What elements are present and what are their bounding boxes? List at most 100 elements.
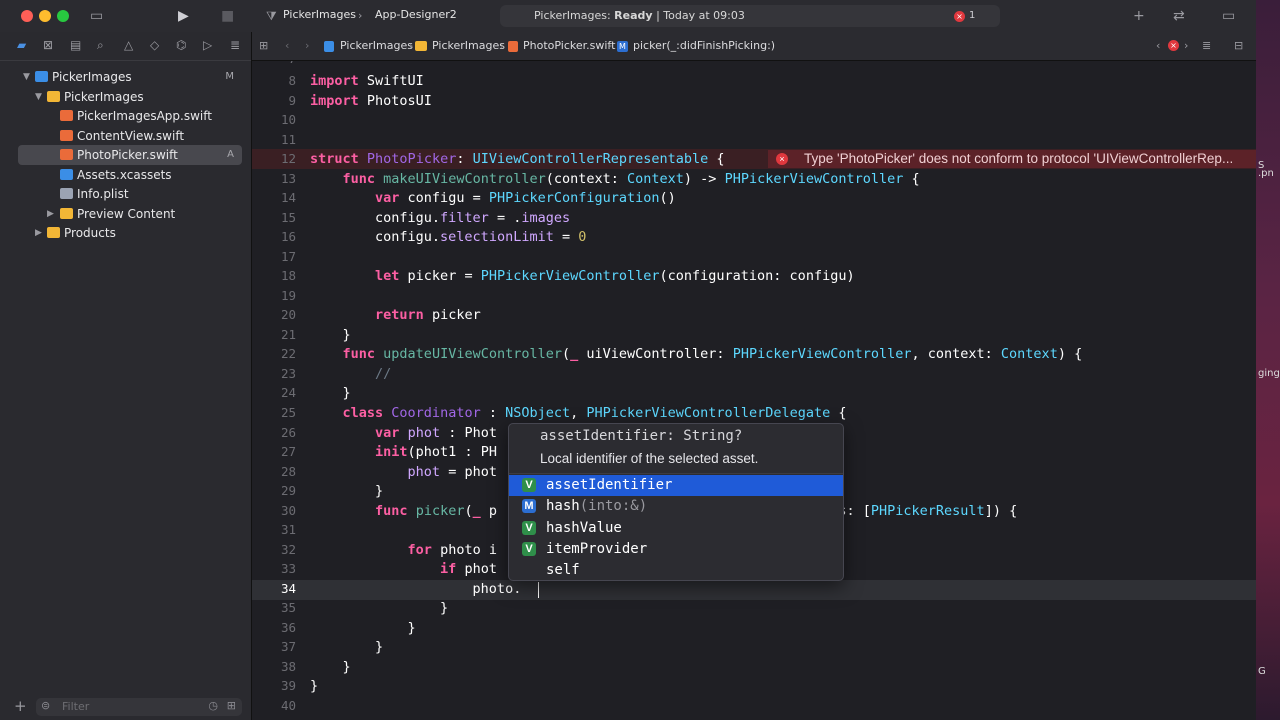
code-line[interactable]: // bbox=[310, 366, 391, 382]
tree-item-file[interactable]: PickerImagesApp.swift bbox=[18, 106, 242, 126]
tree-item-group[interactable]: ▶ Products bbox=[18, 223, 242, 243]
error-count[interactable]: 1 bbox=[969, 10, 975, 21]
minimize-window-button[interactable] bbox=[39, 10, 51, 22]
tree-item-group[interactable]: ▼ PickerImages bbox=[18, 87, 242, 107]
line-number: 28 bbox=[280, 464, 296, 479]
code-line[interactable]: configu.filter = .images bbox=[310, 210, 570, 226]
completion-item[interactable]: M hash(into:&) bbox=[509, 496, 843, 517]
back-arrow-icon[interactable]: ‹ bbox=[285, 39, 289, 52]
code-line[interactable]: } bbox=[310, 483, 383, 499]
code-review-icon[interactable]: ⇄ bbox=[1173, 8, 1185, 24]
line-number: 13 bbox=[280, 171, 296, 186]
report-icon[interactable]: ≣ bbox=[230, 38, 240, 52]
desktop-label: G bbox=[1258, 666, 1266, 677]
filter-field[interactable]: ⊜ Filter ◷ ⊞ bbox=[36, 698, 242, 716]
debug-icon[interactable]: ⌬ bbox=[176, 38, 186, 52]
forward-arrow-icon[interactable]: › bbox=[305, 39, 309, 52]
code-line[interactable]: func makeUIViewController(context: Conte… bbox=[310, 171, 920, 187]
run-icon[interactable]: ▶ bbox=[178, 8, 189, 24]
code-editor[interactable]: 7 8 9 10 11 12 13 14 15 16 17 18 19 20 2… bbox=[252, 61, 1256, 720]
completion-doc-description: Local identifier of the selected asset. bbox=[540, 451, 759, 466]
code-line[interactable]: } bbox=[310, 385, 351, 401]
asset-catalog-icon bbox=[60, 169, 73, 180]
error-badge-icon[interactable]: × bbox=[954, 11, 965, 22]
folder-icon[interactable]: ▰ bbox=[17, 38, 26, 52]
tree-item-file-selected[interactable]: PhotoPicker.swift A bbox=[18, 145, 242, 165]
scheme-selector[interactable]: PickerImages bbox=[283, 8, 356, 21]
add-file-icon[interactable]: + bbox=[14, 697, 27, 715]
zoom-window-button[interactable] bbox=[57, 10, 69, 22]
completion-item[interactable]: self bbox=[509, 560, 843, 580]
chevron-down-icon[interactable]: ▼ bbox=[35, 87, 42, 107]
stop-icon[interactable]: ■ bbox=[221, 8, 234, 24]
code-line[interactable]: phot = phot bbox=[310, 464, 497, 480]
tree-item-project[interactable]: ▼ PickerImages M bbox=[18, 67, 242, 87]
scm-filter-icon[interactable]: ⊞ bbox=[227, 699, 236, 712]
line-number: 12 bbox=[280, 151, 296, 166]
code-line[interactable]: import PhotosUI bbox=[310, 93, 432, 109]
desktop-label: .pn bbox=[1258, 168, 1274, 179]
editor-options-icon[interactable]: ≣ bbox=[1202, 39, 1211, 52]
activity-view: PickerImages: Ready | Today at 09:03 × 1 bbox=[500, 5, 1000, 27]
code-line[interactable]: } bbox=[310, 659, 351, 675]
tree-item-file[interactable]: Assets.xcassets bbox=[18, 165, 242, 185]
code-line[interactable]: let picker = PHPickerViewController(conf… bbox=[310, 268, 855, 284]
chevron-right-icon: › bbox=[358, 9, 363, 22]
split-editor-icon[interactable]: ⊟ bbox=[1234, 39, 1243, 52]
test-icon[interactable]: ◇ bbox=[150, 38, 159, 52]
swift-file-icon bbox=[60, 110, 73, 121]
completion-item[interactable]: V itemProvider bbox=[509, 539, 843, 560]
code-line[interactable]: } bbox=[310, 600, 448, 616]
tree-item-file[interactable]: ContentView.swift bbox=[18, 126, 242, 146]
completion-item[interactable]: V hashValue bbox=[509, 518, 843, 539]
line-number: 7 bbox=[252, 61, 296, 66]
breakpoint-icon[interactable]: ▷ bbox=[203, 38, 212, 52]
swift-file-icon bbox=[60, 130, 73, 141]
code-line[interactable]: func updateUIViewController(_ uiViewCont… bbox=[310, 346, 1083, 362]
breadcrumb-symbol[interactable]: picker(_:didFinishPicking:) bbox=[633, 39, 775, 52]
code-line[interactable]: configu.selectionLimit = 0 bbox=[310, 229, 586, 245]
chevron-right-icon[interactable]: ▶ bbox=[47, 204, 54, 224]
chevron-left-icon[interactable]: ‹ bbox=[1156, 39, 1160, 52]
issue-icon[interactable]: △ bbox=[124, 38, 133, 52]
chevron-down-icon[interactable]: ▼ bbox=[23, 67, 30, 87]
breadcrumb-group[interactable]: PickerImages bbox=[432, 39, 505, 52]
inspector-toggle-icon[interactable]: ▭ bbox=[1222, 8, 1235, 24]
code-line[interactable]: } bbox=[310, 639, 383, 655]
error-badge-icon[interactable]: × bbox=[1168, 40, 1179, 51]
code-completion-popup[interactable]: assetIdentifier: String? Local identifie… bbox=[508, 423, 844, 581]
close-window-button[interactable] bbox=[21, 10, 33, 22]
destination-selector[interactable]: App-Designer2 bbox=[375, 8, 457, 21]
tree-item-file[interactable]: Info.plist bbox=[18, 184, 242, 204]
code-line[interactable]: for photo i bbox=[310, 542, 497, 558]
code-line[interactable]: } bbox=[310, 678, 318, 694]
chevron-right-icon[interactable]: ▶ bbox=[35, 223, 42, 243]
code-line[interactable]: struct PhotoPicker: UIViewControllerRepr… bbox=[310, 151, 725, 167]
sidebar-toggle-icon[interactable]: ▭ bbox=[90, 8, 103, 24]
code-line[interactable]: return picker bbox=[310, 307, 481, 323]
line-number: 19 bbox=[280, 288, 296, 303]
code-line[interactable]: var phot : Phot bbox=[310, 425, 497, 441]
desktop-label: ging bbox=[1258, 368, 1280, 379]
add-icon[interactable]: + bbox=[1133, 8, 1145, 24]
completion-name: assetIdentifier bbox=[546, 477, 673, 493]
code-line[interactable]: } bbox=[310, 620, 416, 636]
completion-item-selected[interactable]: V assetIdentifier bbox=[509, 475, 843, 496]
error-annotation[interactable]: × Type 'PhotoPicker' does not conform to… bbox=[768, 150, 1256, 168]
breadcrumb-project[interactable]: PickerImages bbox=[340, 39, 413, 52]
recent-files-icon[interactable]: ◷ bbox=[208, 699, 218, 712]
code-line[interactable]: import SwiftUI bbox=[310, 73, 424, 89]
chevron-right-icon[interactable]: › bbox=[1184, 39, 1188, 52]
symbol-icon[interactable]: ▤ bbox=[70, 38, 81, 52]
code-line[interactable]: photo. bbox=[310, 581, 522, 597]
code-line[interactable]: } bbox=[310, 327, 351, 343]
code-line[interactable]: init(phot1 : PH bbox=[310, 444, 497, 460]
grid-icon[interactable]: ⊞ bbox=[259, 39, 268, 52]
find-icon[interactable]: ⌕ bbox=[97, 38, 104, 52]
source-control-icon[interactable]: ⊠ bbox=[43, 38, 53, 52]
code-line[interactable]: var configu = PHPickerConfiguration() bbox=[310, 190, 676, 206]
breadcrumb-file[interactable]: PhotoPicker.swift bbox=[523, 39, 615, 52]
code-line[interactable]: class Coordinator : NSObject, PHPickerVi… bbox=[310, 405, 847, 421]
variable-kind-icon: V bbox=[522, 542, 536, 556]
tree-item-group[interactable]: ▶ Preview Content bbox=[18, 204, 242, 224]
